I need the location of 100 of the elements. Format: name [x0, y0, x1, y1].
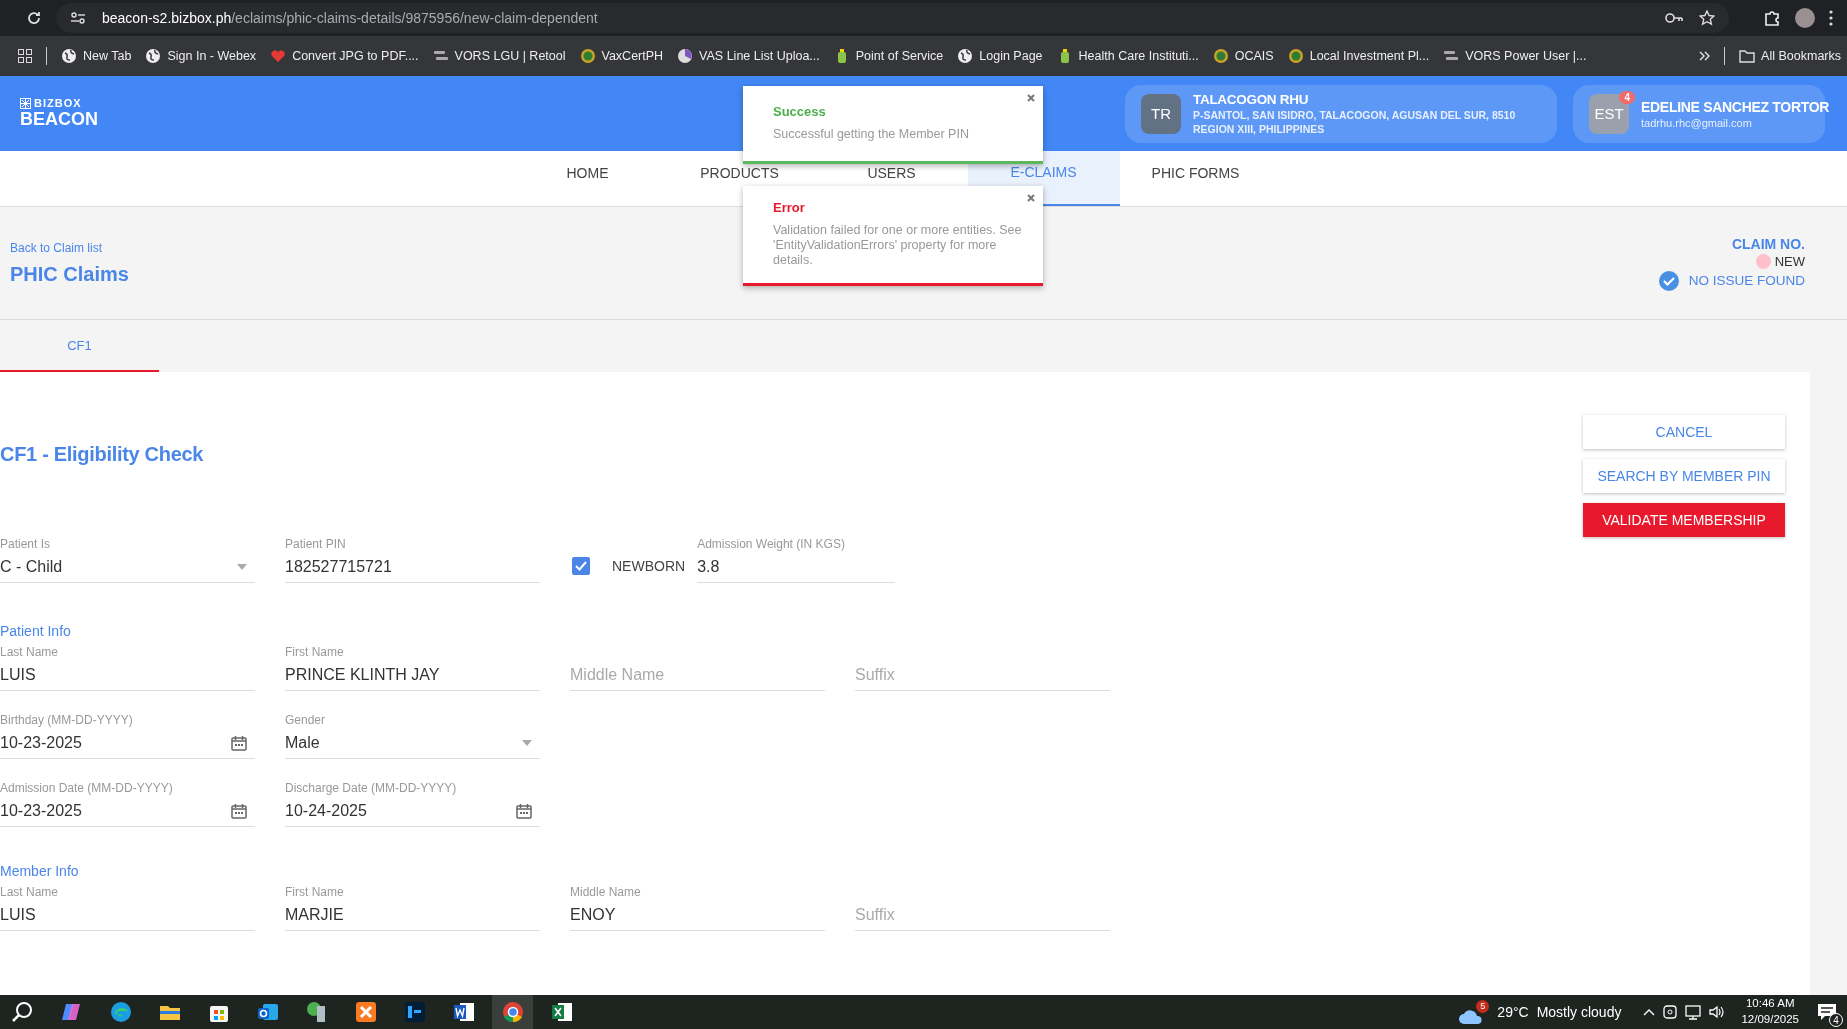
- nav-tab[interactable]: HOME: [511, 151, 664, 206]
- folder-icon: [1739, 49, 1756, 63]
- bookmark[interactable]: New Tab: [61, 48, 132, 64]
- toast-message: Validation failed for one or more entities. See 'EntityValidationErrors' property for more details.: [773, 223, 1023, 268]
- section-heading: Patient Info: [0, 623, 72, 639]
- chevrons-icon[interactable]: [1698, 50, 1711, 62]
- check-icon: [575, 561, 587, 571]
- seal-icon: [579, 48, 596, 64]
- field-label: Birthday (MM-DD-YYYY): [0, 713, 134, 727]
- input-field[interactable]: 3.8: [697, 551, 896, 583]
- form-title: CF1 - Eligibility Check: [0, 443, 204, 467]
- calendar-icon[interactable]: [231, 802, 247, 819]
- input-field[interactable]: LUIS: [0, 659, 255, 691]
- weather-widget[interactable]: 5 29°C Mostly cloudy: [1458, 999, 1622, 1025]
- globe-icon: [145, 48, 162, 64]
- app-icon: [402, 1000, 427, 1024]
- validate-button[interactable]: VALIDATE MEMBERSHIP: [1583, 503, 1785, 537]
- brand-subtitle: BIZBOX: [34, 97, 82, 109]
- action-button[interactable]: CANCEL: [1583, 415, 1785, 449]
- field-label: Admission Weight (IN KGS): [697, 537, 846, 551]
- section-heading: Member Info: [0, 863, 80, 879]
- speaker-icon[interactable]: [1709, 1004, 1726, 1020]
- bookmarks-folder[interactable]: All Bookmarks: [1739, 49, 1841, 63]
- clock[interactable]: 10:46 AM 12/09/2025: [1741, 996, 1799, 1028]
- star-icon[interactable]: [1699, 10, 1715, 26]
- pie-chart-icon: [677, 48, 694, 64]
- input-field[interactable]: 10-23-2025: [0, 727, 255, 759]
- input-field[interactable]: PRINCE KLINTH JAY: [285, 659, 540, 691]
- brand-title: BEACON: [20, 109, 98, 130]
- logo-icon: [20, 97, 31, 109]
- key-icon[interactable]: [1665, 12, 1683, 24]
- taskbar-button[interactable]: [492, 995, 533, 1029]
- network-icon[interactable]: [1685, 1004, 1702, 1020]
- bookmark[interactable]: Point of Service: [833, 48, 944, 64]
- seal-icon: [1212, 48, 1229, 64]
- caret-icon: [237, 563, 247, 570]
- close-icon[interactable]: [1027, 194, 1035, 202]
- toast-title: Error: [773, 200, 806, 215]
- browser-icon: [500, 1000, 525, 1024]
- chevron-up-icon[interactable]: [1643, 1008, 1656, 1016]
- globe-icon: [957, 48, 974, 64]
- weather-badge: 5: [1476, 999, 1490, 1013]
- field-label: Patient PIN: [285, 537, 347, 551]
- select-field[interactable]: Male: [285, 727, 540, 759]
- bookmark[interactable]: Convert JPG to PDF....: [270, 48, 419, 64]
- bookmark[interactable]: VORS LGU | Retool: [432, 48, 566, 64]
- input-field[interactable]: 10-23-2025: [0, 795, 255, 827]
- facility-avatar: TR: [1141, 93, 1181, 134]
- toast-message: Successful getting the Member PIN: [773, 127, 970, 142]
- site-settings-icon[interactable]: [70, 11, 86, 25]
- calendar-icon[interactable]: [231, 734, 247, 751]
- field-label: Last Name: [0, 645, 60, 659]
- nav-tab[interactable]: PHIC FORMS: [1119, 151, 1272, 206]
- select-field[interactable]: C - Child: [0, 551, 255, 583]
- reload-icon[interactable]: [26, 10, 42, 26]
- status-dot: [1755, 253, 1771, 269]
- app-icon: [353, 1000, 378, 1024]
- input-field[interactable]: LUIS: [0, 899, 255, 931]
- action-button[interactable]: SEARCH BY MEMBER PIN: [1583, 459, 1785, 493]
- document-icon: [451, 1000, 476, 1024]
- field-label: First Name: [285, 885, 345, 899]
- facility-address: REGION XIII, PHILIPPINES: [1193, 123, 1326, 135]
- notification-count: 4: [1829, 1013, 1843, 1027]
- bookmark[interactable]: Local Investment Pl...: [1287, 48, 1430, 64]
- field-label: Middle Name: [570, 885, 642, 899]
- facility-card[interactable]: TR TALACOGON RHU P-SANTOL, SAN ISIDRO, TALACOGON, AGUSAN DEL SUR, 8510 REGION XIII, PHILIPPINES: [1125, 84, 1557, 143]
- close-icon[interactable]: [1027, 94, 1035, 102]
- field-label: Patient Is: [0, 537, 52, 551]
- bookmark[interactable]: OCAIS: [1212, 48, 1274, 64]
- address-bar[interactable]: beacon-s2.bizbox.ph/eclaims/phic-claims-details/9875956/new-claim-dependent: [56, 3, 1729, 33]
- input-field[interactable]: 10-24-2025: [285, 795, 540, 827]
- bookmark[interactable]: Sign In - Webex: [145, 48, 257, 64]
- profile-avatar[interactable]: [1795, 8, 1815, 28]
- input-field[interactable]: ENOY: [570, 899, 825, 931]
- apps-grid-icon[interactable]: [18, 49, 32, 63]
- bookmark[interactable]: VaxCertPH: [579, 48, 664, 64]
- facility-name: TALACOGON RHU: [1193, 92, 1310, 107]
- newborn-checkbox[interactable]: [572, 557, 590, 575]
- toast-title: Success: [773, 104, 827, 119]
- field-label: Admission Date (MM-DD-YYYY): [0, 781, 174, 795]
- bookmark[interactable]: Login Page: [957, 48, 1043, 64]
- field-label: Discharge Date (MM-DD-YYYY): [285, 781, 458, 795]
- field-label: Gender: [285, 713, 327, 727]
- input-field[interactable]: MARJIE: [285, 899, 540, 931]
- input-field[interactable]: 182527715721: [285, 551, 540, 583]
- bookmark[interactable]: VAS Line List Uploa...: [677, 48, 820, 64]
- field-label: Last Name: [0, 885, 60, 899]
- facility-address: P-SANTOL, SAN ISIDRO, TALACOGON, AGUSAN DEL SUR, 8510: [1193, 109, 1516, 121]
- seal-icon: [1287, 48, 1304, 64]
- browser-icon: [108, 1000, 133, 1024]
- calendar-icon[interactable]: [516, 802, 532, 819]
- camera-icon[interactable]: [1663, 1004, 1678, 1020]
- bookmark[interactable]: VORS Power User |...: [1443, 48, 1587, 64]
- caret-icon: [522, 739, 532, 746]
- bookmark[interactable]: Health Care Instituti...: [1056, 48, 1199, 64]
- issue-status: NO ISSUE FOUND: [1688, 273, 1805, 288]
- field-label: First Name: [285, 645, 345, 659]
- page-title: PHIC Claims: [10, 262, 129, 286]
- extensions-icon[interactable]: [1763, 9, 1781, 27]
- more-icon[interactable]: [1829, 10, 1833, 26]
